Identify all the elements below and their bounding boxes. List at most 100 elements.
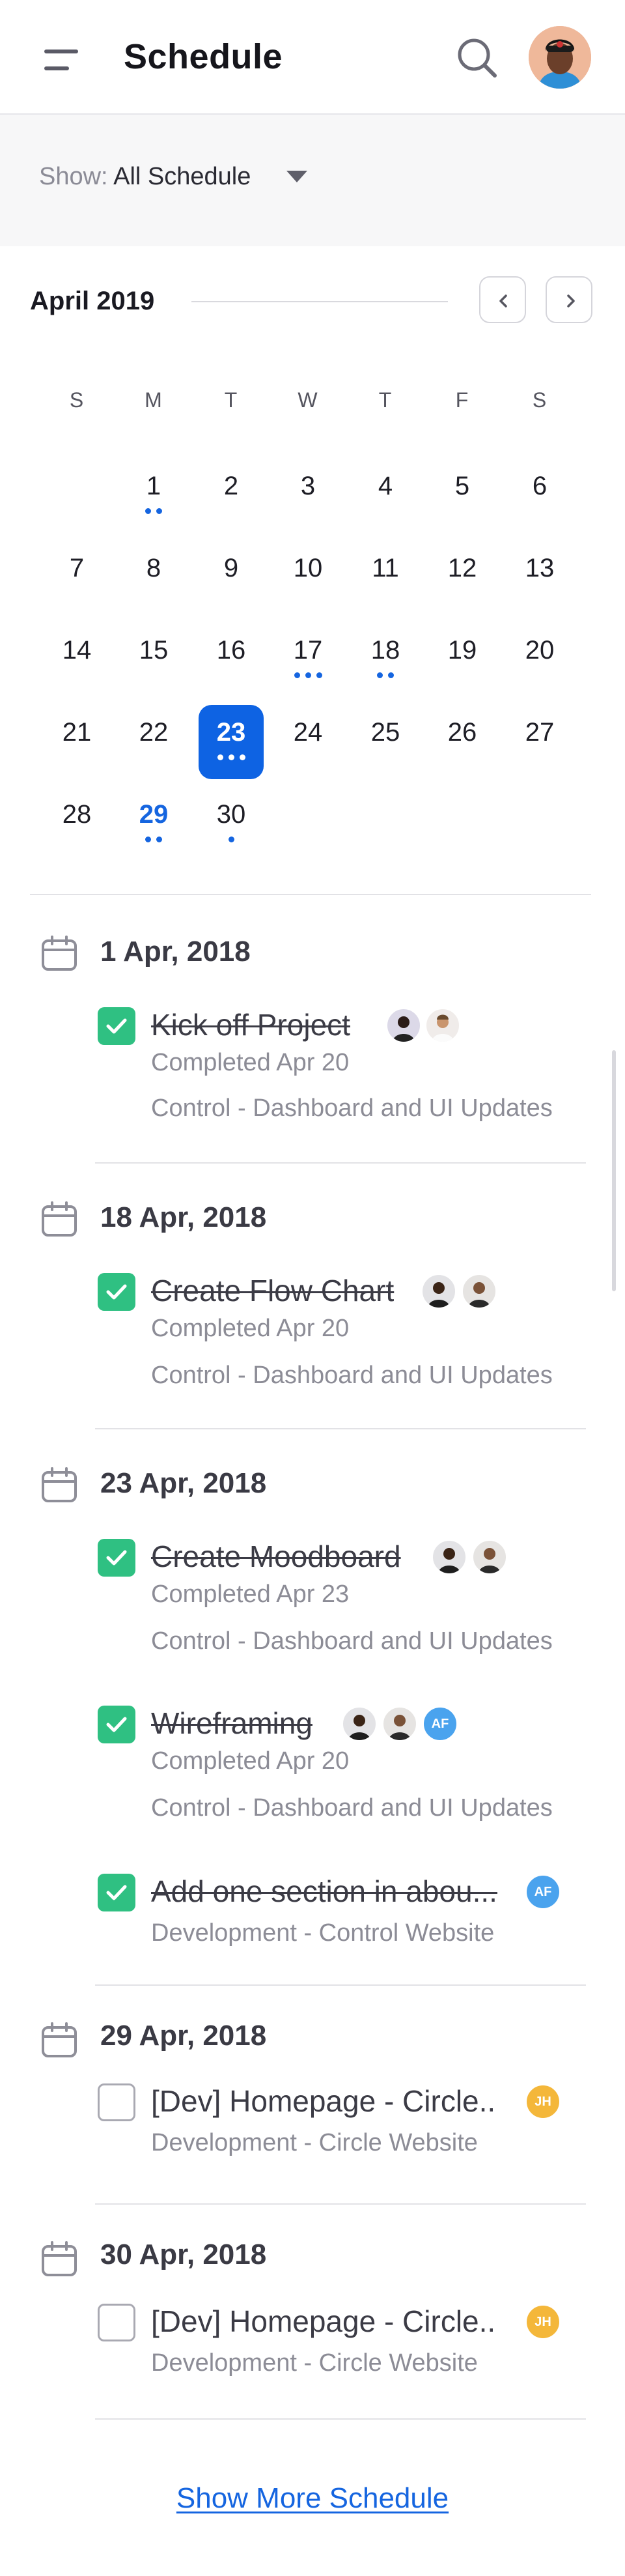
divider: [191, 301, 448, 302]
weekday-label: S: [69, 388, 85, 412]
assignee-initials-badge: JH: [525, 2304, 561, 2340]
task-title[interactable]: Wireframing: [151, 1706, 312, 1741]
calendar-day[interactable]: 4: [353, 463, 418, 534]
task-project: Development - Circle Website: [151, 2129, 478, 2156]
task-checkbox[interactable]: [98, 1007, 135, 1045]
calendar-day-selected[interactable]: 23: [199, 705, 264, 780]
calendar-day[interactable]: 20: [507, 627, 572, 698]
chevron-right-icon: [567, 294, 575, 308]
task-title[interactable]: [Dev] Homepage - Circle..: [151, 2083, 495, 2119]
task-checkbox[interactable]: [98, 1874, 135, 1911]
check-icon: [106, 1885, 127, 1900]
calendar-day[interactable]: 22: [121, 709, 186, 780]
calendar-day[interactable]: 9: [199, 545, 264, 616]
calendar-day[interactable]: 10: [275, 545, 340, 616]
task-project: Control - Dashboard and UI Updates: [151, 1794, 553, 1822]
calendar-day[interactable]: 13: [507, 545, 572, 616]
calendar-day[interactable]: 19: [430, 627, 495, 698]
calendar-icon: [42, 936, 77, 971]
next-month-button[interactable]: [546, 276, 592, 323]
weekday-label: S: [532, 388, 548, 412]
assignee-avatar: [471, 1539, 508, 1575]
assignee-initials-badge: AF: [422, 1706, 458, 1742]
task-checkbox[interactable]: [98, 2083, 135, 2121]
assignee-avatar: [385, 1007, 422, 1044]
task-checkbox[interactable]: [98, 2304, 135, 2341]
task-meta: Completed Apr 20: [151, 1049, 350, 1076]
divider: [95, 1984, 586, 1986]
divider: [95, 1162, 586, 1164]
task-project: Control - Dashboard and UI Updates: [151, 1095, 553, 1122]
calendar-day[interactable]: 30: [199, 791, 264, 863]
task-title[interactable]: [Dev] Homepage - Circle..: [151, 2304, 495, 2339]
calendar-day[interactable]: 11: [353, 545, 418, 616]
schedule-date: 29 Apr, 2018: [100, 2020, 267, 2052]
calendar-day[interactable]: 2: [199, 463, 264, 534]
calendar-icon: [42, 1467, 77, 1502]
divider: [95, 2418, 586, 2420]
calendar-day[interactable]: 26: [430, 709, 495, 780]
task-checkbox[interactable]: [98, 1706, 135, 1743]
divider: [95, 2203, 586, 2205]
filter-value: All Schedule: [113, 163, 251, 190]
task-project: Development - Circle Website: [151, 2349, 478, 2377]
task-checkbox[interactable]: [98, 1273, 135, 1311]
menu-icon[interactable]: [44, 47, 78, 73]
schedule-filter[interactable]: Show: All Schedule: [39, 163, 251, 191]
calendar-month: April 2019: [30, 287, 155, 315]
calendar-day[interactable]: 21: [44, 709, 109, 780]
calendar-day[interactable]: 3: [275, 463, 340, 534]
calendar-day[interactable]: 5: [430, 463, 495, 534]
calendar-day[interactable]: 17: [275, 627, 340, 698]
weekday-label: T: [378, 388, 393, 412]
user-avatar[interactable]: [529, 26, 591, 89]
task-title[interactable]: Create Moodboard: [151, 1539, 401, 1574]
calendar-day[interactable]: 1: [121, 463, 186, 534]
calendar-day[interactable]: 25: [353, 709, 418, 780]
task-project: Control - Dashboard and UI Updates: [151, 1627, 553, 1655]
calendar-day[interactable]: 27: [507, 709, 572, 780]
show-more-link[interactable]: Show More Schedule: [0, 2482, 625, 2515]
task-checkbox[interactable]: [98, 1539, 135, 1577]
scrollbar[interactable]: [612, 1050, 616, 1291]
check-icon: [106, 1550, 127, 1566]
calendar-day[interactable]: 16: [199, 627, 264, 698]
task-project: Development - Control Website: [151, 1919, 495, 1947]
calendar-day[interactable]: 8: [121, 545, 186, 616]
prev-month-button[interactable]: [479, 276, 526, 323]
calendar-day[interactable]: 18: [353, 627, 418, 698]
task-project: Control - Dashboard and UI Updates: [151, 1362, 553, 1389]
assignee-initials-badge: JH: [525, 2083, 561, 2120]
calendar-icon: [42, 2241, 77, 2276]
assignee-avatar: [424, 1007, 461, 1044]
calendar-icon: [42, 1201, 77, 1237]
calendar-day[interactable]: 14: [44, 627, 109, 698]
weekday-label: M: [145, 388, 163, 412]
app-header: Schedule: [0, 0, 625, 115]
check-icon: [106, 1717, 127, 1732]
calendar-icon: [42, 2022, 77, 2057]
calendar-day[interactable]: 6: [507, 463, 572, 534]
task-title[interactable]: Add one section in abou...: [151, 1874, 497, 1909]
search-icon[interactable]: [456, 36, 499, 79]
calendar-day[interactable]: 12: [430, 545, 495, 616]
assignee-avatar: [461, 1273, 497, 1309]
chevron-left-icon: [499, 294, 507, 308]
caret-down-icon[interactable]: [286, 171, 307, 182]
calendar-day[interactable]: 7: [44, 545, 109, 616]
task-title[interactable]: Create Flow Chart: [151, 1273, 394, 1308]
task-title[interactable]: Kick off Project: [151, 1007, 350, 1042]
divider: [30, 894, 591, 895]
calendar-day[interactable]: 28: [44, 791, 109, 863]
schedule-date: 1 Apr, 2018: [100, 936, 251, 967]
calendar-day[interactable]: 15: [121, 627, 186, 698]
weekday-label: F: [455, 388, 469, 412]
schedule-date: 30 Apr, 2018: [100, 2239, 267, 2270]
calendar-day[interactable]: 24: [275, 709, 340, 780]
check-icon: [106, 1284, 127, 1300]
filter-label: Show:: [39, 163, 108, 190]
calendar-day-today[interactable]: 29: [121, 791, 186, 863]
task-meta: Completed Apr 20: [151, 1747, 350, 1775]
check-icon: [106, 1018, 127, 1034]
weekday-label: W: [298, 388, 318, 412]
